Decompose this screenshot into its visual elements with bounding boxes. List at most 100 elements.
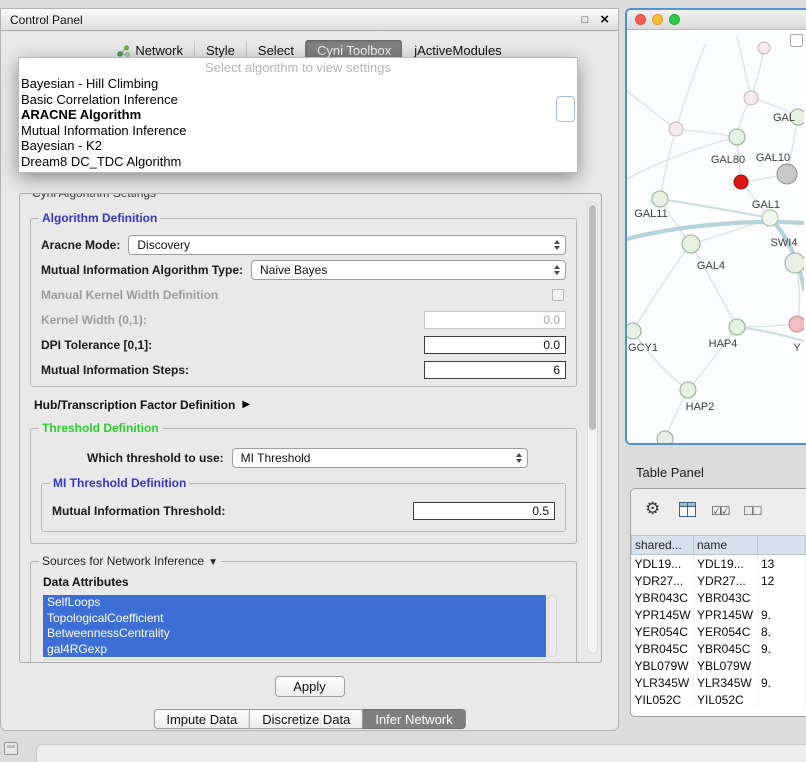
network-node[interactable]: [777, 164, 797, 184]
kernel-width-input[interactable]: 0.0: [424, 311, 566, 329]
select-all-checks-icon[interactable]: ☑☑: [711, 504, 729, 518]
table-cell[interactable]: [758, 657, 806, 674]
hub-definition-toggle[interactable]: Hub/Transcription Factor Definition ▶: [34, 398, 577, 412]
table-row[interactable]: YIL052CYIL052C: [632, 691, 806, 708]
network-node[interactable]: [652, 191, 668, 207]
which-threshold-select[interactable]: MI Threshold: [232, 448, 528, 468]
network-edge[interactable]: [660, 129, 676, 199]
table-cell[interactable]: 9.: [758, 674, 806, 691]
attribute-item[interactable]: SelfLoops: [43, 595, 546, 611]
table-cell[interactable]: YIL052C: [632, 691, 694, 708]
algorithm-option[interactable]: Dream8 DC_TDC Algorithm: [19, 154, 577, 170]
attribute-item[interactable]: TopologicalCoefficient: [43, 611, 546, 627]
table-cell[interactable]: YBR043C: [632, 589, 694, 606]
table-row[interactable]: YBR045CYBR045C9.: [632, 640, 806, 657]
network-node[interactable]: [744, 91, 758, 105]
tab-impute-data[interactable]: Impute Data: [153, 709, 250, 729]
network-node[interactable]: [627, 323, 641, 339]
network-node[interactable]: [785, 253, 804, 273]
maximize-traffic-light[interactable]: [669, 14, 680, 25]
table-cell[interactable]: 9.: [758, 606, 806, 623]
network-node[interactable]: [680, 382, 696, 398]
apply-button[interactable]: Apply: [275, 676, 345, 697]
network-node[interactable]: [762, 210, 778, 226]
gear-icon[interactable]: ⚙: [645, 500, 660, 517]
panel-corner-icon[interactable]: [4, 742, 18, 755]
table-row[interactable]: YBR043CYBR043C: [632, 589, 806, 606]
network-edge[interactable]: [633, 331, 688, 390]
table-cell[interactable]: YBL079W: [632, 657, 694, 674]
network-edge[interactable]: [676, 45, 705, 129]
table-row[interactable]: YPR145WYPR145W9.: [632, 606, 806, 623]
network-node[interactable]: [789, 316, 804, 332]
table-row[interactable]: YDL19...YDL19...13: [632, 555, 806, 573]
network-edge[interactable]: [737, 324, 797, 327]
algorithm-option[interactable]: Basic Correlation Inference: [19, 92, 577, 108]
network-edge[interactable]: [751, 48, 764, 98]
sources-toggle[interactable]: Sources for Network Inference▼: [39, 555, 221, 569]
float-window-icon[interactable]: □: [582, 14, 589, 26]
attribute-list-scrollbar[interactable]: [548, 595, 557, 657]
network-overview-box[interactable]: [790, 34, 803, 47]
network-edge[interactable]: [688, 327, 737, 390]
algorithm-option[interactable]: Mutual Information Inference: [19, 123, 577, 139]
attribute-list-hscrollbar[interactable]: [43, 659, 546, 663]
dpi-tolerance-input[interactable]: 0.0: [424, 336, 566, 354]
deselect-all-boxes-icon[interactable]: ☐☐: [743, 504, 761, 518]
table-row[interactable]: YBL079WYBL079W: [632, 657, 806, 674]
table-row[interactable]: YER054CYER054C8.: [632, 623, 806, 640]
scrollbar-thumb[interactable]: [589, 205, 596, 430]
mi-steps-input[interactable]: 6: [424, 361, 566, 379]
table-cell[interactable]: YBR045C: [694, 640, 758, 657]
network-node[interactable]: [682, 235, 700, 253]
table-cell[interactable]: [758, 589, 806, 606]
settings-scrollbar[interactable]: [587, 202, 598, 654]
network-node[interactable]: [669, 122, 683, 136]
table-cell[interactable]: YPR145W: [694, 606, 758, 623]
attribute-item[interactable]: gal4RGexp: [43, 642, 546, 658]
tab-infer-network[interactable]: Infer Network: [363, 709, 465, 729]
network-edge[interactable]: [676, 129, 737, 137]
table-cell[interactable]: YPR145W: [632, 606, 694, 623]
table-cell[interactable]: [758, 691, 806, 708]
table-cell[interactable]: YDR27...: [632, 572, 694, 589]
algorithm-option[interactable]: Bayesian - Hill Climbing: [19, 76, 577, 92]
table-cell[interactable]: YDL19...: [632, 555, 694, 573]
algorithm-option[interactable]: ARACNE Algorithm: [19, 107, 577, 123]
control-panel-titlebar[interactable]: Control Panel □ ×: [1, 9, 618, 31]
network-node[interactable]: [729, 319, 745, 335]
table-cell[interactable]: YLR345W: [694, 674, 758, 691]
network-node[interactable]: [657, 431, 673, 445]
tab-discretize-data[interactable]: Discretize Data: [250, 709, 363, 729]
table-cell[interactable]: 12: [758, 572, 806, 589]
table-columns-icon[interactable]: [679, 502, 696, 517]
table-cell[interactable]: YBR045C: [632, 640, 694, 657]
manual-kernel-checkbox[interactable]: [552, 289, 564, 301]
network-node[interactable]: [734, 175, 748, 189]
algorithm-option[interactable]: Bayesian - K2: [19, 138, 577, 154]
attribute-item[interactable]: BetweennessCentrality: [43, 626, 546, 642]
table-cell[interactable]: 8.: [758, 623, 806, 640]
network-window-titlebar[interactable]: [627, 10, 806, 30]
close-icon[interactable]: ×: [600, 12, 609, 27]
network-edge[interactable]: [627, 91, 676, 129]
table-cell[interactable]: YBL079W: [694, 657, 758, 674]
network-node[interactable]: [729, 129, 745, 145]
column-header[interactable]: name: [694, 536, 758, 555]
table-cell[interactable]: YIL052C: [694, 691, 758, 708]
table-row[interactable]: YDR27...YDR27...12: [632, 572, 806, 589]
network-edge[interactable]: [737, 37, 751, 98]
network-canvas[interactable]: GALGAL80GAL10GAL11GAL1SWI4GAL4GCY1HAP4YH…: [627, 30, 806, 443]
table-row[interactable]: YLR345WYLR345W9.: [632, 674, 806, 691]
mi-threshold-input[interactable]: 0.5: [413, 502, 555, 520]
column-header[interactable]: shared...: [632, 536, 694, 555]
table-cell[interactable]: 9.: [758, 640, 806, 657]
table-cell[interactable]: YER054C: [632, 623, 694, 640]
table-cell[interactable]: YBR043C: [694, 589, 758, 606]
network-edge[interactable]: [633, 244, 691, 331]
table-cell[interactable]: YER054C: [694, 623, 758, 640]
aracne-mode-select[interactable]: Discovery: [128, 235, 566, 255]
minimize-traffic-light[interactable]: [652, 14, 663, 25]
table-cell[interactable]: YDL19...: [694, 555, 758, 573]
column-header[interactable]: [758, 536, 806, 555]
